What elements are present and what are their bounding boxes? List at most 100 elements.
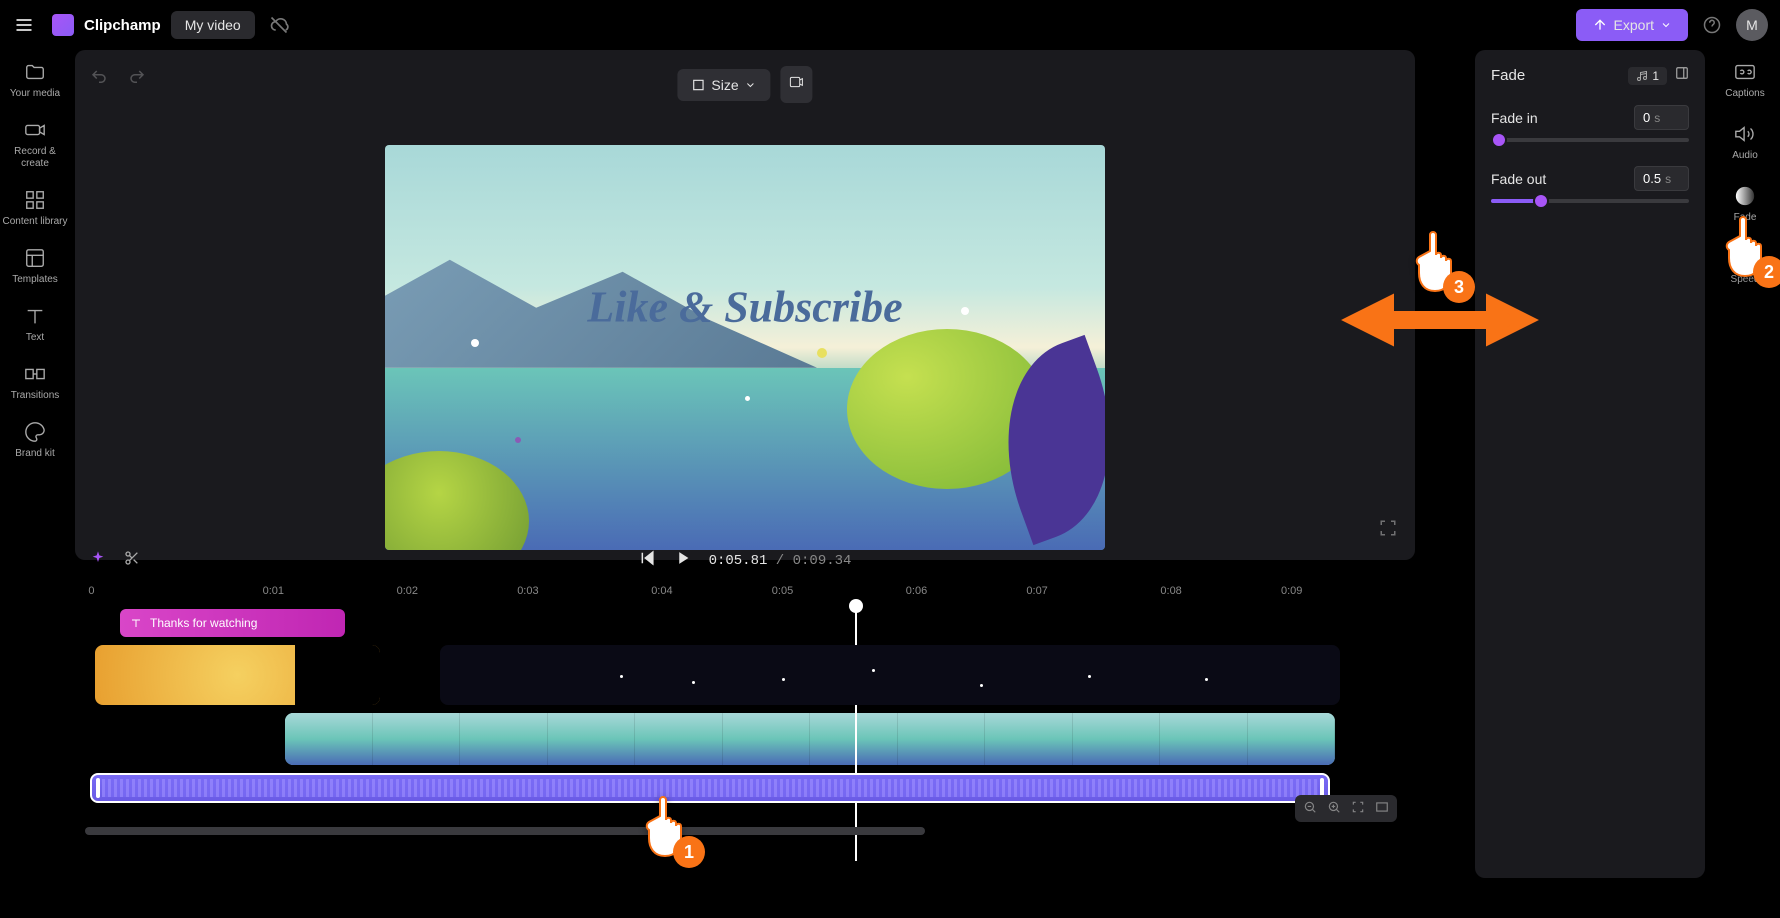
- sidebar-label: Your media: [10, 88, 60, 100]
- cloud-off-icon[interactable]: [269, 15, 289, 35]
- video-clip[interactable]: [285, 713, 1335, 765]
- ruler-tick: 0:09: [1281, 585, 1302, 597]
- brand-name: Clipchamp: [84, 17, 161, 34]
- timecode: 0:05.81 / 0:09.34: [709, 553, 852, 569]
- scissors-icon[interactable]: [124, 550, 140, 571]
- app-logo: [52, 14, 74, 36]
- text-clip[interactable]: Thanks for watching: [120, 609, 345, 637]
- tab-captions[interactable]: Captions: [1725, 60, 1764, 100]
- overlay-clip-1[interactable]: [95, 645, 380, 705]
- fade-out-unit: s: [1665, 172, 1671, 186]
- preview-overlay-text: Like & Subscribe: [587, 282, 902, 333]
- ruler-tick: 0: [88, 585, 94, 597]
- templates-icon: [23, 246, 47, 270]
- tab-audio[interactable]: Audio: [1732, 122, 1758, 162]
- timeline-zoom-controls: [1295, 795, 1397, 822]
- zoom-in-button[interactable]: [1327, 800, 1341, 817]
- avatar-letter: M: [1746, 17, 1758, 33]
- fade-icon: [1733, 184, 1757, 208]
- redo-button[interactable]: [128, 68, 146, 91]
- sidebar-text[interactable]: Text: [23, 304, 47, 344]
- time-total: 0:09.34: [793, 553, 852, 569]
- sidebar-label: Content library: [2, 216, 67, 228]
- overlay-clip-2[interactable]: [440, 645, 1340, 705]
- tutorial-hand-3: 3: [1405, 225, 1465, 295]
- timeline-tracks: Thanks for watching: [75, 601, 1415, 811]
- audio-clip[interactable]: [90, 773, 1330, 803]
- timeline: 0:05.81 / 0:09.34 0 0:01 0:02 0:03 0:04 …: [75, 540, 1415, 880]
- library-icon: [23, 188, 47, 212]
- zoom-out-button[interactable]: [1303, 800, 1317, 817]
- tutorial-arrows: [1340, 290, 1540, 350]
- ruler-tick: 0:07: [1026, 585, 1047, 597]
- fade-in-slider[interactable]: [1491, 138, 1689, 142]
- size-dropdown[interactable]: Size: [677, 69, 770, 101]
- camera-icon: [23, 118, 47, 142]
- skip-back-button[interactable]: [639, 549, 657, 572]
- menu-icon[interactable]: [12, 13, 36, 37]
- timeline-ruler[interactable]: 0 0:01 0:02 0:03 0:04 0:05 0:06 0:07 0:0…: [75, 581, 1415, 601]
- time-current: 0:05.81: [709, 553, 768, 569]
- ruler-tick: 0:06: [906, 585, 927, 597]
- tutorial-badge-1: 1: [673, 836, 705, 868]
- sidebar-transitions[interactable]: Transitions: [11, 362, 60, 402]
- selection-badge: 1: [1628, 67, 1667, 85]
- ruler-tick: 0:01: [263, 585, 284, 597]
- timeline-scrollbar[interactable]: [85, 827, 925, 835]
- video-preview[interactable]: Like & Subscribe: [385, 145, 1105, 550]
- tutorial-hand-1: 1: [635, 790, 695, 860]
- avatar[interactable]: M: [1736, 9, 1768, 41]
- fit-timeline-button[interactable]: [1351, 800, 1365, 817]
- magic-edit-icon[interactable]: [90, 550, 106, 571]
- left-sidebar: Your media Record & create Content libra…: [0, 50, 70, 918]
- tutorial-badge-3: 3: [1443, 271, 1475, 303]
- sidebar-content-library[interactable]: Content library: [2, 188, 67, 228]
- fade-out-slider[interactable]: [1491, 199, 1689, 203]
- ruler-tick: 0:08: [1160, 585, 1181, 597]
- sidebar-label: Record & create: [0, 146, 70, 170]
- ruler-tick: 0:05: [772, 585, 793, 597]
- sidebar-label: Templates: [12, 274, 58, 286]
- undo-button[interactable]: [90, 68, 108, 91]
- tab-label: Captions: [1725, 88, 1764, 100]
- text-icon: [23, 304, 47, 328]
- cc-icon: [1733, 60, 1757, 84]
- ruler-tick: 0:03: [517, 585, 538, 597]
- ruler-tick: 0:04: [651, 585, 672, 597]
- expand-tracks-button[interactable]: [1375, 800, 1389, 817]
- sidebar-your-media[interactable]: Your media: [10, 60, 60, 100]
- ruler-tick: 0:02: [397, 585, 418, 597]
- sidebar-brand-kit[interactable]: Brand kit: [15, 420, 54, 460]
- fade-out-value: 0.5: [1643, 171, 1661, 186]
- sidebar-label: Brand kit: [15, 448, 54, 460]
- fullscreen-button[interactable]: [1379, 519, 1397, 542]
- tab-label: Audio: [1732, 150, 1758, 162]
- fade-out-input[interactable]: 0.5 s: [1634, 166, 1689, 191]
- detach-panel-icon[interactable]: [1675, 66, 1689, 85]
- tutorial-hand-2: 2: [1715, 210, 1775, 280]
- top-bar: Clipchamp My video Export M: [0, 0, 1780, 50]
- ai-enhance-button[interactable]: [781, 66, 813, 103]
- speaker-icon: [1733, 122, 1757, 146]
- canvas-area: Size Like & Subscribe: [75, 50, 1415, 560]
- fade-in-label: Fade in: [1491, 110, 1538, 126]
- sidebar-label: Transitions: [11, 390, 60, 402]
- export-label: Export: [1614, 17, 1654, 33]
- project-name[interactable]: My video: [171, 11, 255, 39]
- text-clip-label: Thanks for watching: [150, 616, 257, 630]
- palette-icon: [23, 420, 47, 444]
- fade-in-value: 0: [1643, 110, 1650, 125]
- tutorial-badge-2: 2: [1753, 256, 1780, 288]
- selection-count: 1: [1652, 69, 1659, 83]
- properties-panel: Fade 1 Fade in 0 s Fade out 0.5 s: [1475, 50, 1705, 878]
- sidebar-templates[interactable]: Templates: [12, 246, 58, 286]
- size-label: Size: [711, 77, 738, 93]
- sidebar-label: Text: [26, 332, 44, 344]
- fade-in-input[interactable]: 0 s: [1634, 105, 1689, 130]
- playhead[interactable]: [855, 601, 857, 861]
- fade-in-unit: s: [1654, 111, 1660, 125]
- help-icon[interactable]: [1698, 11, 1726, 39]
- export-button[interactable]: Export: [1576, 9, 1688, 41]
- play-button[interactable]: [673, 548, 693, 573]
- sidebar-record-create[interactable]: Record & create: [0, 118, 70, 170]
